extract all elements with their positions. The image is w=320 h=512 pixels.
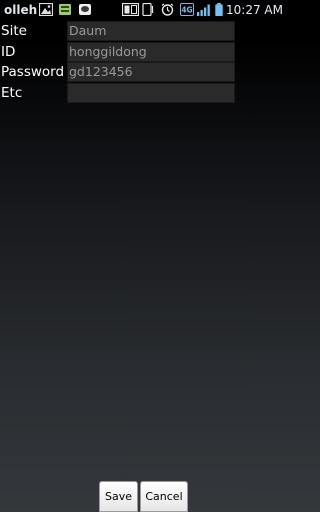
- battery-icon: [215, 3, 223, 16]
- status-clock: 10:27 AM: [226, 3, 283, 17]
- screen-share-icon: [122, 3, 139, 16]
- save-button[interactable]: Save: [99, 481, 138, 512]
- chat-icon: [79, 4, 91, 15]
- etc-row: Etc: [0, 83, 288, 104]
- carrier-name: olleh: [4, 3, 38, 17]
- phone-icon: [142, 3, 154, 16]
- id-label: ID: [1, 44, 16, 60]
- site-row: Site Daum: [0, 21, 288, 42]
- etc-label: Etc: [1, 85, 23, 101]
- cancel-button[interactable]: Cancel: [140, 481, 188, 512]
- status-bar: olleh 4G 10:27 AM: [0, 0, 288, 20]
- password-input[interactable]: gd123456: [67, 62, 235, 82]
- etc-input[interactable]: [67, 83, 235, 103]
- site-label: Site: [1, 23, 27, 39]
- alarm-clock-icon: [161, 3, 174, 16]
- storage-icon: [59, 4, 71, 15]
- id-input[interactable]: honggildong: [67, 42, 235, 62]
- password-label: Password: [1, 64, 65, 80]
- network-4g-icon: 4G: [180, 3, 194, 16]
- id-row: ID honggildong: [0, 42, 288, 63]
- signal-strength-icon: [197, 4, 210, 16]
- password-row: Password gd123456: [0, 62, 288, 83]
- image-icon: [39, 3, 53, 16]
- site-input[interactable]: Daum: [67, 21, 235, 41]
- svg-text:4G: 4G: [181, 6, 192, 15]
